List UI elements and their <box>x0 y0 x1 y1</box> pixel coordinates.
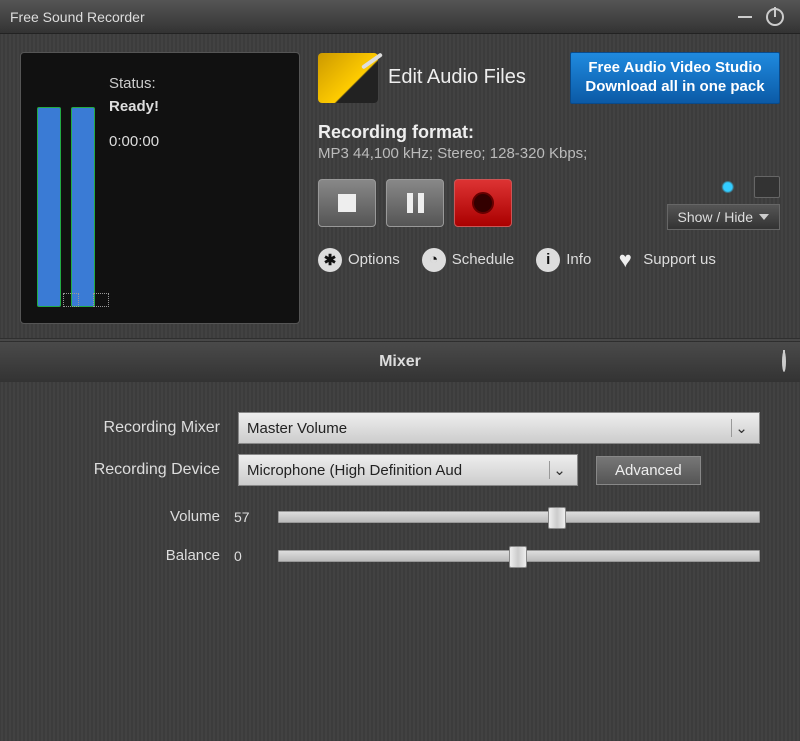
heart-icon: ♥ <box>613 248 637 272</box>
record-button[interactable] <box>454 179 512 227</box>
level-meter-right <box>71 107 95 307</box>
edit-audio-icon <box>318 53 378 103</box>
power-icon <box>782 351 786 372</box>
recording-mixer-value: Master Volume <box>247 420 347 437</box>
schedule-link[interactable]: ◔Schedule <box>422 248 515 272</box>
recording-device-value: Microphone (High Definition Aud <box>247 462 462 479</box>
recording-mixer-select[interactable]: Master Volume ⌄ <box>238 412 760 444</box>
playlist-icon[interactable] <box>754 176 780 198</box>
format-detail: MP3 44,100 kHz; Stereo; 128-320 Kbps; <box>318 145 780 162</box>
mixer-title: Mixer <box>379 353 421 371</box>
volume-value: 57 <box>234 509 264 525</box>
titlebar: Free Sound Recorder <box>0 0 800 34</box>
gear-icon: ✱ <box>318 248 342 272</box>
promo-line1: Free Audio Video Studio <box>575 59 775 78</box>
format-title: Recording format: <box>318 122 780 143</box>
meter-marker-icon <box>63 293 79 307</box>
recording-device-select[interactable]: Microphone (High Definition Aud ⌄ <box>238 454 578 486</box>
info-icon: i <box>536 248 560 272</box>
balance-label: Balance <box>60 547 220 564</box>
mixer-power-button[interactable] <box>782 353 786 371</box>
speaker-icon[interactable] <box>720 176 746 198</box>
promo-banner[interactable]: Free Audio Video Studio Download all in … <box>570 52 780 104</box>
stop-button[interactable] <box>318 179 376 227</box>
minimize-icon <box>738 16 752 18</box>
info-link[interactable]: iInfo <box>536 248 591 272</box>
edit-audio-link[interactable]: Edit Audio Files <box>388 66 560 89</box>
mixer-header: Mixer <box>0 342 800 382</box>
status-label: Status: <box>109 75 159 92</box>
slider-thumb[interactable] <box>548 507 566 529</box>
level-meter-left <box>37 107 61 307</box>
power-icon <box>766 8 784 26</box>
advanced-button[interactable]: Advanced <box>596 456 701 485</box>
power-button[interactable] <box>760 7 790 27</box>
support-link[interactable]: ♥Support us <box>613 248 716 272</box>
clock-icon: ◔ <box>422 248 446 272</box>
stop-icon <box>338 194 356 212</box>
chevron-down-icon: ⌄ <box>731 419 751 437</box>
pause-button[interactable] <box>386 179 444 227</box>
minimize-button[interactable] <box>730 7 760 27</box>
chevron-down-icon: ⌄ <box>549 461 569 479</box>
promo-line2: Download all in one pack <box>575 78 775 97</box>
pause-icon <box>407 193 424 213</box>
show-hide-label: Show / Hide <box>678 209 753 225</box>
balance-value: 0 <box>234 548 264 564</box>
app-title: Free Sound Recorder <box>10 9 730 25</box>
meter-marker-icon <box>93 293 109 307</box>
balance-slider[interactable] <box>278 550 760 562</box>
show-hide-toggle[interactable]: Show / Hide <box>667 204 780 230</box>
recording-mixer-label: Recording Mixer <box>60 419 220 437</box>
recording-device-label: Recording Device <box>60 461 220 479</box>
status-value: Ready! <box>109 98 159 115</box>
options-link[interactable]: ✱Options <box>318 248 400 272</box>
record-icon <box>472 192 494 214</box>
chevron-down-icon <box>759 214 769 220</box>
volume-label: Volume <box>60 508 220 525</box>
level-meter-panel: Status: Ready! 0:00:00 <box>20 52 300 324</box>
elapsed-time: 0:00:00 <box>109 133 159 150</box>
volume-slider[interactable] <box>278 511 760 523</box>
slider-thumb[interactable] <box>509 546 527 568</box>
